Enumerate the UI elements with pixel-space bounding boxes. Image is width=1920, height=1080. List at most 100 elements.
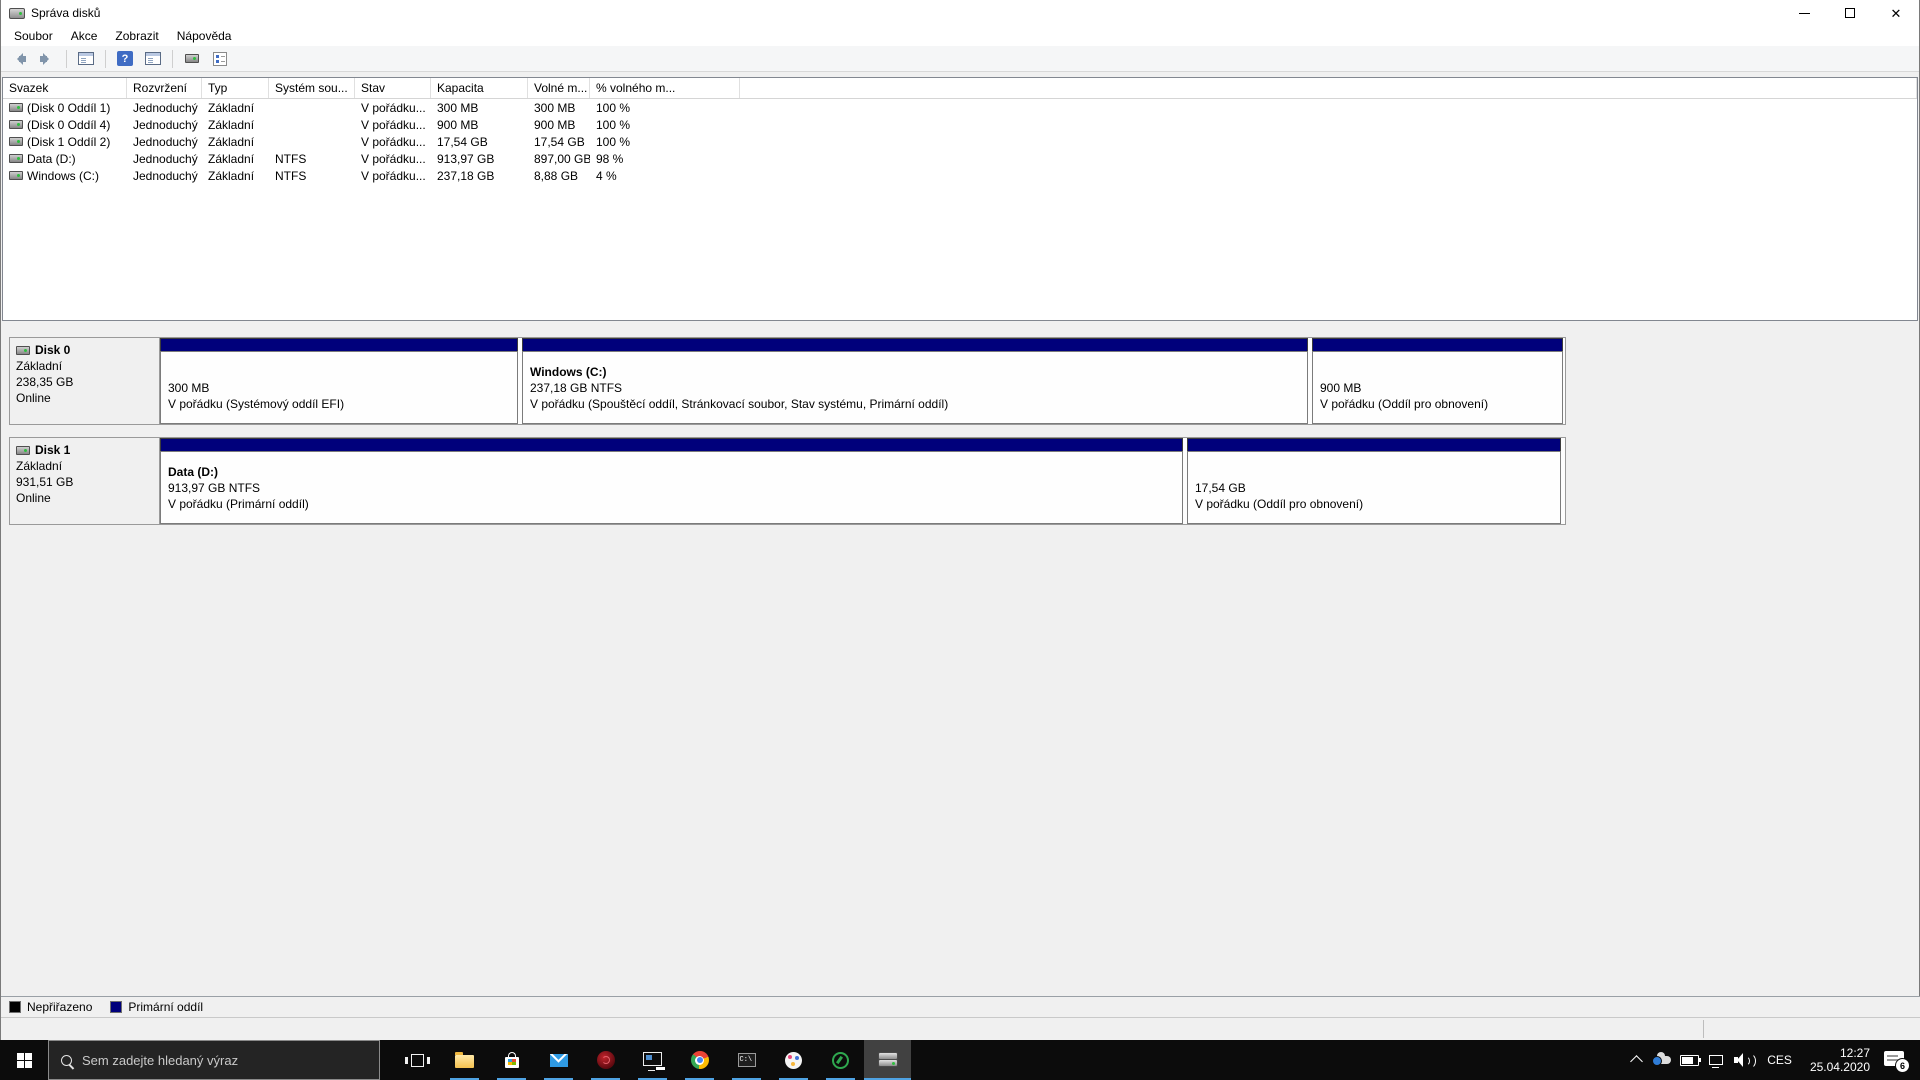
disk-name: Disk 1 [16,442,159,458]
header-cell[interactable]: Volné m... [528,78,590,98]
cell-text: V pořádku... [361,152,426,166]
header-cell[interactable]: Rozvržení [127,78,202,98]
cell: V pořádku... [355,118,431,132]
app-disk-icon [9,8,25,19]
partition-line: Data (D:) [168,464,1178,480]
header-cell[interactable]: Stav [355,78,431,98]
partition[interactable]: Data (D:)913,97 GB NTFSV pořádku (Primár… [160,438,1183,524]
mail-icon [550,1054,568,1067]
header-cell[interactable]: % volného m... [590,78,740,98]
menu-item[interactable]: Nápověda [168,27,241,45]
action-center-button[interactable]: 6 [1878,1040,1920,1080]
toolbar-button-back-icon[interactable] [7,48,31,70]
taskbar-app-explorer-icon[interactable] [441,1040,488,1080]
menu-item[interactable]: Soubor [5,27,62,45]
table-row[interactable]: (Disk 0 Oddíl 4)JednoduchýZákladníV pořá… [3,116,1917,133]
partition[interactable]: 17,54 GBV pořádku (Oddíl pro obnovení) [1187,438,1561,524]
taskbar-app-mail-icon[interactable] [535,1040,582,1080]
toolbar-button-forward-icon[interactable] [35,48,59,70]
cell-text: 300 MB [534,101,575,115]
restore-button[interactable] [1827,0,1873,26]
cell-text: (Disk 1 Oddíl 2) [27,135,110,149]
minimize-button[interactable] [1781,0,1827,26]
cell: V pořádku... [355,101,431,115]
clock[interactable]: 12:27 25.04.2020 [1802,1040,1878,1080]
cell: 237,18 GB [431,169,528,183]
header-cell[interactable]: Kapacita [431,78,528,98]
cell: Jednoduchý [127,152,202,166]
cell: 17,54 GB [431,135,528,149]
disk-strip: 300 MBV pořádku (Systémový oddíl EFI)Win… [160,338,1565,424]
start-button[interactable] [0,1040,48,1080]
battery-icon [1680,1055,1699,1066]
taskbar-app-red-app-icon[interactable] [582,1040,629,1080]
disk-size: 931,51 GB [16,474,159,490]
close-button[interactable]: ✕ [1873,0,1919,26]
cell: Základní [202,101,269,115]
cell: Jednoduchý [127,118,202,132]
network-tray-button[interactable] [1703,1040,1729,1080]
toolbar-button-help-icon[interactable]: ? [113,48,137,70]
partition-line: 300 MB [168,380,513,396]
table-row[interactable]: Windows (C:)JednoduchýZákladníNTFSV pořá… [3,167,1917,184]
disk-name: Disk 0 [16,342,159,358]
legend-swatch [110,1001,122,1013]
cell: V pořádku... [355,169,431,183]
toolbar-button-tree-panel-icon[interactable] [74,48,98,70]
explorer-icon [455,1055,474,1068]
toolbar-button-disk-tool-icon[interactable] [180,48,204,70]
header-cell[interactable]: Systém sou... [269,78,355,98]
cell-text: (Disk 0 Oddíl 4) [27,118,110,132]
battery-tray-button[interactable] [1676,1040,1703,1080]
taskbar-app-paint-icon[interactable] [770,1040,817,1080]
disk-info-panel[interactable]: Disk 0Základní238,35 GBOnline [10,338,160,424]
cell-text: Základní [208,152,254,166]
table-row[interactable]: (Disk 0 Oddíl 1) Jednoduchý Základní V pořá… [3,99,1917,116]
taskbar-app-terminal-icon[interactable]: C:\ [723,1040,770,1080]
back-icon [11,53,27,65]
taskbar-app-chrome-icon[interactable] [676,1040,723,1080]
menu-item[interactable]: Zobrazit [106,27,167,45]
volume-tray-button[interactable] [1729,1040,1757,1080]
taskbar-app-green-ring-app-icon[interactable] [817,1040,864,1080]
partition-box: 17,54 GBV pořádku (Oddíl pro obnovení) [1187,451,1561,524]
taskbar-app-disk-management-icon[interactable] [864,1040,911,1080]
menu-item[interactable]: Akce [62,27,107,45]
volume-list[interactable]: SvazekRozvrženíTypSystém sou...StavKapac… [2,77,1918,321]
tray-chevron-button[interactable] [1623,1040,1649,1080]
legend-item: Nepřiřazeno [9,1000,92,1014]
onedrive-tray-button[interactable] [1649,1040,1676,1080]
cell: Jednoduchý [127,135,202,149]
table-row[interactable]: (Disk 1 Oddíl 2)JednoduchýZákladníV pořá… [3,133,1917,150]
partition[interactable]: Windows (C:)237,18 GB NTFSV pořádku (Spo… [522,338,1308,424]
header-cell[interactable]: Svazek [3,78,127,98]
taskbar-app-monitor-app-icon[interactable] [629,1040,676,1080]
disk-type: Základní [16,458,159,474]
toolbar-button-properties-icon[interactable] [208,48,232,70]
disk-icon [16,346,30,355]
cell-text: Základní [208,169,254,183]
cell: 100 % [590,135,740,149]
partition[interactable]: 300 MBV pořádku (Systémový oddíl EFI) [160,338,518,424]
volume-icon [9,171,23,180]
status-bar [1,1018,1920,1040]
partition-line: Windows (C:) [530,364,1303,380]
language-indicator[interactable]: CES [1757,1040,1802,1080]
cell: 8,88 GB [528,169,590,183]
cell: V pořádku... [355,152,431,166]
taskbar-app-store-icon[interactable] [488,1040,535,1080]
cell-text: 900 MB [437,118,478,132]
toolbar-button-panel-icon[interactable] [141,48,165,70]
header-cell[interactable]: Typ [202,78,269,98]
cell-text: (Disk 0 Oddíl 1) [27,101,110,115]
disk-row-disk-0: Disk 0Základní238,35 GBOnline300 MBV poř… [9,337,1566,425]
search-icon [61,1055,72,1066]
cell-text: Jednoduchý [133,101,198,115]
partition[interactable]: 900 MBV pořádku (Oddíl pro obnovení) [1312,338,1563,424]
cell-text: Jednoduchý [133,118,198,132]
search-input[interactable]: Sem zadejte hledaný výraz [48,1040,380,1080]
table-row[interactable]: Data (D:)JednoduchýZákladníNTFSV pořádku… [3,150,1917,167]
green-ring-app-icon [832,1052,849,1069]
disk-info-panel[interactable]: Disk 1Základní931,51 GBOnline [10,438,160,524]
taskbar-app-task-view-icon[interactable] [394,1040,441,1080]
